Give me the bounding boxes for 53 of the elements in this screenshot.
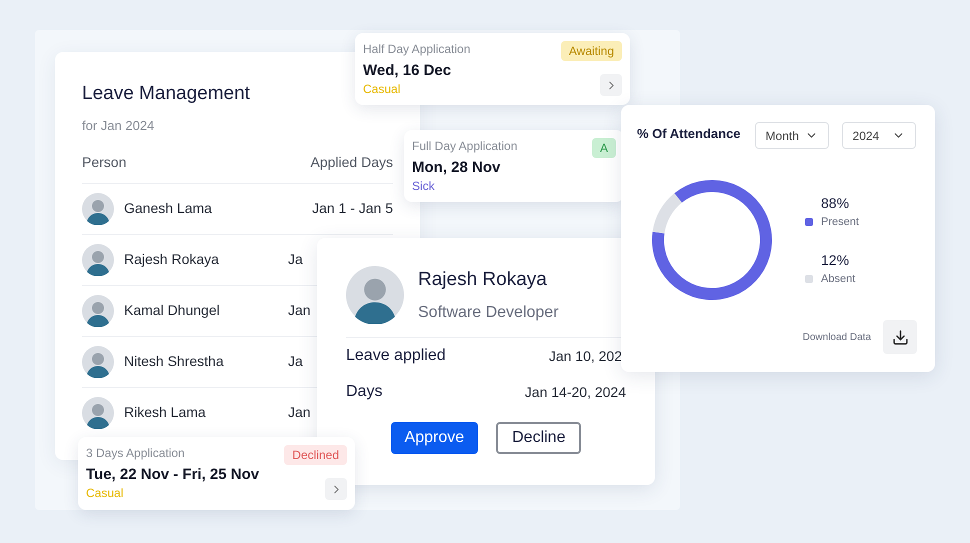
person-name: Ganesh Lama: [124, 199, 213, 218]
person-name: Kamal Dhungel: [124, 301, 221, 320]
decline-button[interactable]: Decline: [496, 422, 582, 454]
download-label: Download Data: [802, 330, 871, 344]
application-date: Wed, 16 Dec: [363, 61, 452, 81]
leave-category: Casual: [86, 485, 124, 501]
person-name: Rikesh Lama: [124, 403, 207, 422]
applied-days: Jan 1 - Jan 5: [312, 198, 393, 219]
legend-label: Present: [821, 214, 859, 230]
chevron-button[interactable]: [600, 74, 622, 96]
applied-days: Ja: [288, 351, 303, 372]
application-date: Mon, 28 Nov: [412, 158, 502, 178]
application-type: Half Day Application: [363, 41, 470, 57]
chevron-button[interactable]: [325, 478, 347, 500]
field-value: Jan 14-20, 2024: [524, 382, 626, 402]
absent-segment: [652, 193, 682, 234]
applied-days: Ja: [288, 249, 303, 270]
avatar-icon: [82, 346, 114, 378]
avatar-icon: [82, 396, 114, 428]
field-label: Days: [346, 382, 382, 402]
application-type: 3 Days Application: [86, 445, 185, 461]
avatar-icon: [82, 294, 114, 326]
filter-dropdown[interactable]: Month: [754, 122, 829, 149]
leave-category: Sick: [412, 178, 435, 194]
approve-button[interactable]: Approve: [390, 422, 478, 454]
legend-value: 88%: [821, 194, 850, 212]
attendance-title: % Of Attendance: [637, 125, 741, 143]
applied-days: Jan: [288, 402, 311, 423]
legend-label: Absent: [821, 272, 856, 287]
avatar-icon: [346, 266, 404, 324]
status-badge: Declined: [284, 445, 347, 465]
status-badge: A: [592, 138, 616, 158]
card-title: Leave Management: [82, 82, 250, 106]
application-type: Full Day Application: [412, 138, 518, 154]
person-name: Nitesh Shrestha: [124, 352, 225, 371]
applied-days: Jan: [288, 300, 311, 321]
field-label: Leave applied: [346, 346, 446, 366]
person-name: Rajesh Rokaya: [124, 250, 220, 269]
download-button[interactable]: [883, 320, 917, 354]
filter-dropdown[interactable]: 2024: [842, 122, 916, 149]
field-value: Jan 10, 202: [548, 346, 622, 366]
employee-name: Rajesh Rokaya: [418, 268, 548, 292]
employee-role: Software Developer: [418, 302, 559, 322]
avatar-icon: [82, 244, 114, 276]
leave-category: Casual: [363, 81, 400, 97]
column-header: Applied Days: [310, 152, 393, 172]
column-header: Person: [82, 152, 126, 172]
legend-value: 12%: [821, 251, 850, 270]
application-date: Tue, 22 Nov - Fri, 25 Nov: [86, 465, 260, 485]
status-badge: Awaiting: [560, 41, 622, 61]
download-icon: [892, 328, 908, 346]
avatar-icon: [82, 192, 114, 224]
card-subtitle: for Jan 2024: [82, 117, 154, 135]
